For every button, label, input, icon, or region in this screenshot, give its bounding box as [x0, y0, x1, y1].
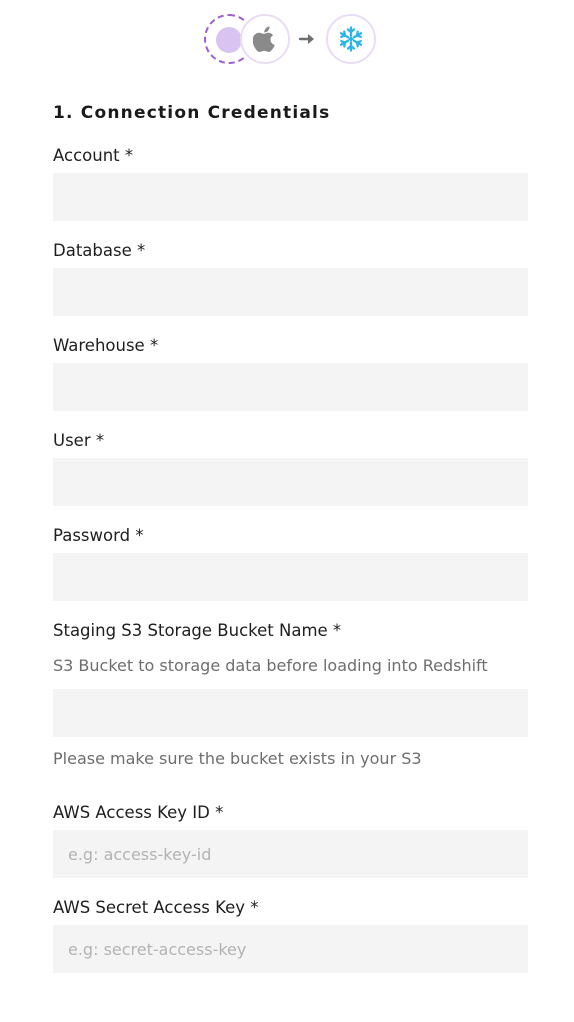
app-ring: [240, 14, 290, 64]
connection-form-page: 1. Connection Credentials Account * Data…: [0, 0, 574, 1022]
warehouse-input[interactable]: [53, 363, 528, 411]
bucket-hint: Please make sure the bucket exists in yo…: [53, 749, 422, 768]
apple-icon: [253, 26, 275, 52]
integration-flow-header: [204, 14, 376, 64]
destination-ring: [326, 14, 376, 64]
custom-source-icon: [216, 27, 242, 53]
secret-key-input[interactable]: [53, 925, 528, 973]
warehouse-label: Warehouse *: [53, 336, 159, 355]
database-input[interactable]: [53, 268, 528, 316]
database-label: Database *: [53, 241, 146, 260]
password-label: Password *: [53, 526, 144, 545]
user-label: User *: [53, 431, 105, 450]
secret-key-label: AWS Secret Access Key *: [53, 898, 259, 917]
arrow-right-icon: [298, 34, 314, 44]
bucket-description: S3 Bucket to storage data before loading…: [53, 656, 488, 675]
account-input[interactable]: [53, 173, 528, 221]
account-label: Account *: [53, 146, 134, 165]
section-title: 1. Connection Credentials: [53, 103, 331, 123]
access-key-label: AWS Access Key ID *: [53, 803, 224, 822]
bucket-label: Staging S3 Storage Bucket Name *: [53, 621, 342, 640]
password-input[interactable]: [53, 553, 528, 601]
user-input[interactable]: [53, 458, 528, 506]
bucket-input[interactable]: [53, 689, 528, 737]
snowflake-icon: [339, 26, 363, 52]
access-key-input[interactable]: [53, 830, 528, 878]
